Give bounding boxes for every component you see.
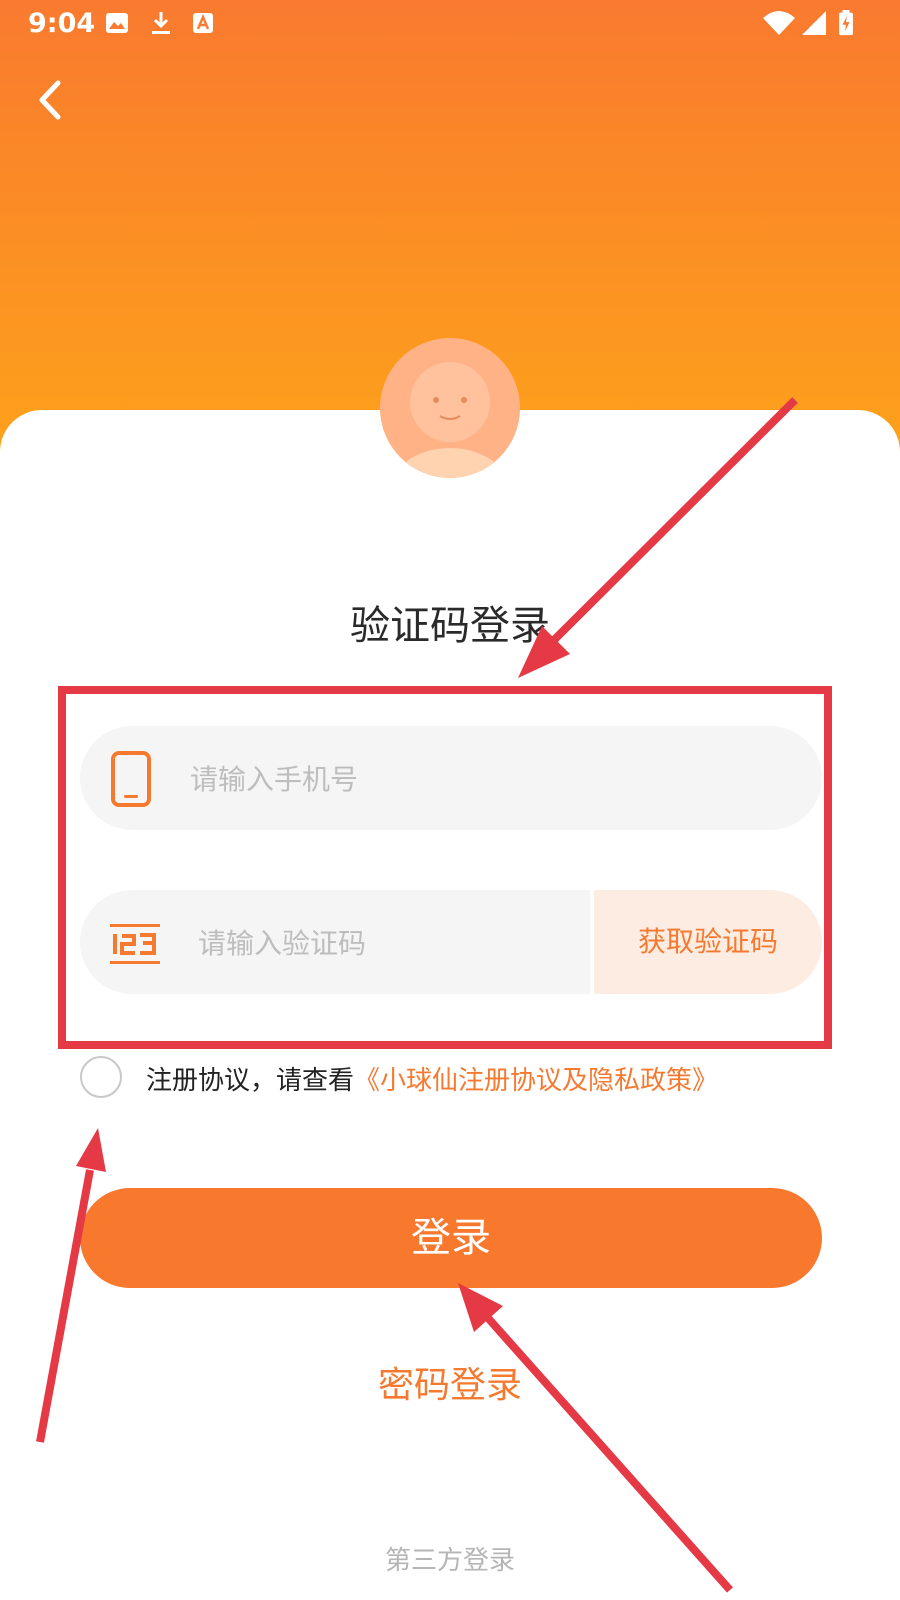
phone-icon <box>111 751 151 807</box>
phone-field <box>80 726 822 830</box>
third-party-login-label: 第三方登录 <box>384 1546 515 1576</box>
code-123-icon <box>110 924 160 964</box>
agreement-text: 注册协议，请查看 <box>146 1066 355 1096</box>
download-icon <box>152 12 170 34</box>
avatar <box>380 338 520 478</box>
page-title: 验证码登录 <box>350 603 550 649</box>
get-code-button[interactable]: 获取验证码 <box>590 890 822 994</box>
phone-input[interactable] <box>188 748 792 810</box>
font-icon <box>193 13 213 33</box>
agreement-link[interactable]: 《小球仙注册协议及隐私政策》 <box>354 1066 718 1096</box>
signal-icon <box>802 11 826 35</box>
code-field: 获取验证码 <box>80 890 822 994</box>
status-bar: 9:04 <box>0 0 900 48</box>
wifi-icon <box>763 11 795 35</box>
agreement-row: 注册协议，请查看《小球仙注册协议及隐私政策》 <box>80 1052 880 1102</box>
login-card <box>0 410 900 1600</box>
password-login-link[interactable]: 密码登录 <box>0 1356 900 1408</box>
status-time: 9:04 <box>28 8 96 39</box>
login-button[interactable]: 登录 <box>80 1188 822 1288</box>
battery-charging-icon <box>839 10 853 36</box>
image-icon <box>106 13 128 33</box>
agreement-radio[interactable] <box>80 1056 122 1098</box>
avatar-face-icon <box>380 338 520 478</box>
back-button[interactable] <box>30 75 80 125</box>
